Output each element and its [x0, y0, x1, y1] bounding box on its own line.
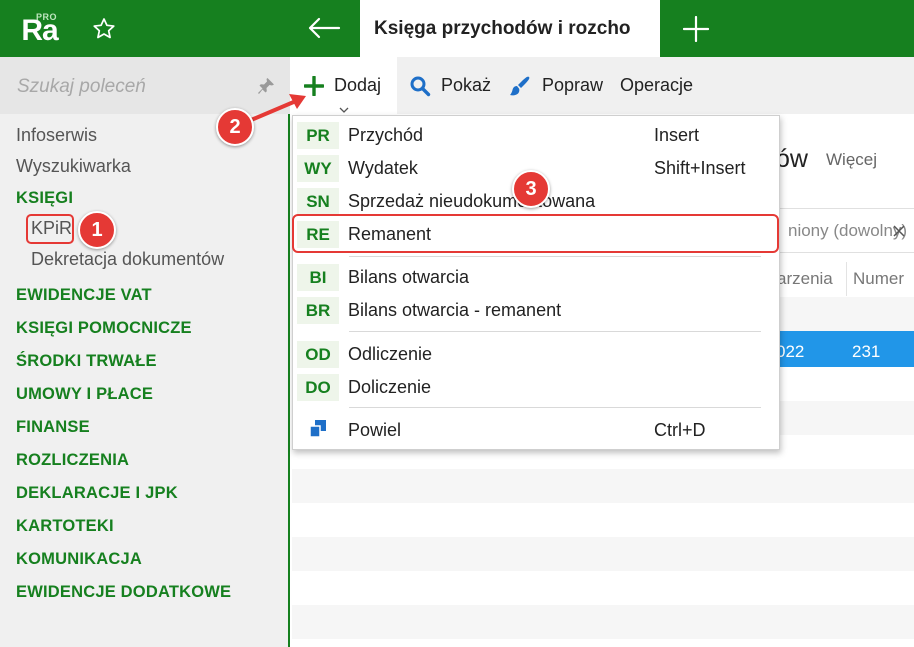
- column-header-number[interactable]: Numer: [846, 262, 914, 296]
- menu-item-label: Sprzedaż nieudokumentowana: [348, 191, 596, 211]
- sidebar-section-kartoteki[interactable]: KARTOTEKI: [16, 517, 114, 536]
- toolbar: Dodaj Pokaż Popraw Operacje: [292, 57, 914, 114]
- menu-item-label: Bilans otwarcia: [348, 267, 470, 287]
- sidebar-section-komunikacja[interactable]: KOMUNIKACJA: [16, 550, 142, 569]
- arrow-left-icon[interactable]: [300, 12, 348, 44]
- sidebar-item-dekretacja[interactable]: Dekretacja dokumentów: [31, 249, 224, 270]
- menu-item-code: OD: [297, 341, 339, 368]
- sidebar-section-srodki-trwale[interactable]: ŚRODKI TRWAŁE: [16, 352, 157, 371]
- show-button[interactable]: Pokaż: [409, 57, 491, 114]
- menu-item-bilans-otwarcia[interactable]: BI Bilans otwarcia: [293, 261, 781, 293]
- column-header-number-label: Numer: [853, 269, 905, 288]
- menu-item-shortcut: Insert: [654, 125, 700, 145]
- sidebar-item-infoserwis[interactable]: Infoserwis: [16, 125, 97, 146]
- sidebar-item-wyszukiwarka[interactable]: Wyszukiwarka: [16, 156, 131, 177]
- callout-badge-2: 2: [216, 108, 254, 146]
- menu-divider: [349, 407, 761, 408]
- sidebar-section-umowy-i-place[interactable]: UMOWY I PŁACE: [16, 385, 153, 404]
- sidebar-section-ksiegi[interactable]: KSIĘGI: [16, 189, 73, 208]
- sidebar-section-rozliczenia[interactable]: ROZLICZENIA: [16, 451, 129, 470]
- menu-item-code: WY: [297, 155, 339, 182]
- filter-value: niony (dowolny): [788, 220, 908, 240]
- table-row[interactable]: [292, 469, 914, 503]
- edit-button-label: Popraw: [542, 75, 604, 95]
- logo-badge: PRO: [36, 12, 58, 22]
- highlight-box-kpir: [26, 214, 74, 244]
- menu-item-code: BR: [297, 297, 339, 324]
- search-box[interactable]: Szukaj poleceń: [0, 57, 290, 114]
- plus-icon[interactable]: [676, 12, 716, 46]
- close-icon[interactable]: [893, 224, 905, 237]
- menu-item-label: Przychód: [348, 125, 424, 145]
- add-button-label: Dodaj: [334, 75, 382, 95]
- table-row[interactable]: [292, 605, 914, 639]
- menu-item-code: SN: [297, 188, 339, 215]
- highlight-box-remanent: [292, 214, 779, 253]
- sidebar-section-finanse[interactable]: FINANSE: [16, 418, 90, 437]
- operations-button-label: Operacje: [620, 75, 694, 95]
- tab-title: Księga przychodów i rozcho: [374, 17, 631, 39]
- menu-item-doliczenie[interactable]: DO Doliczenie: [293, 371, 781, 403]
- table-row[interactable]: [292, 537, 914, 571]
- top-bar: Ra PRO Księga przychodów i rozcho: [0, 0, 914, 57]
- pin-icon[interactable]: [256, 76, 276, 96]
- brush-icon: [508, 74, 532, 98]
- menu-divider: [349, 331, 761, 332]
- menu-item-odliczenie[interactable]: OD Odliczenie: [293, 338, 781, 370]
- menu-item-code: PR: [297, 122, 339, 149]
- column-header-date-label: arzenia: [777, 269, 833, 288]
- copy-icon: [308, 419, 328, 444]
- callout-badge-3: 3: [512, 170, 550, 208]
- menu-divider: [349, 256, 761, 257]
- menu-item-label: Wydatek: [348, 158, 418, 178]
- tab-kpir[interactable]: Księga przychodów i rozcho: [360, 0, 660, 57]
- menu-item-code: BI: [297, 264, 339, 291]
- sidebar-section-deklaracje-i-jpk[interactable]: DEKLARACJE I JPK: [16, 484, 178, 503]
- menu-item-przychod[interactable]: PR Przychód Insert: [293, 119, 781, 151]
- column-header-date[interactable]: arzenia: [770, 262, 846, 296]
- selected-row-number: 231: [852, 342, 881, 361]
- menu-item-label: Powiel: [348, 420, 402, 440]
- menu-item-label: Doliczenie: [348, 377, 432, 397]
- plus-icon: [304, 75, 324, 96]
- chevron-down-icon: [338, 98, 350, 113]
- menu-item-shortcut: Ctrl+D: [654, 420, 706, 440]
- menu-item-bilans-remanent[interactable]: BR Bilans otwarcia - remanent: [293, 294, 781, 326]
- menu-item-label: Bilans otwarcia - remanent: [348, 300, 562, 320]
- operations-button[interactable]: Operacje: [620, 57, 693, 114]
- sidebar-section-ewidencje-dodatkowe[interactable]: EWIDENCJE DODATKOWE: [16, 583, 231, 602]
- app-logo[interactable]: Ra PRO: [0, 0, 79, 57]
- search-icon: [409, 75, 431, 97]
- sidebar-section-ksiegi-pomocnicze[interactable]: KSIĘGI POMOCNICZE: [16, 319, 192, 338]
- menu-item-shortcut: Shift+Insert: [654, 158, 746, 178]
- add-dropdown-menu: PR Przychód Insert WY Wydatek Shift+Inse…: [292, 115, 780, 450]
- callout-badge-1: 1: [78, 211, 116, 249]
- more-link[interactable]: Więcej: [826, 150, 877, 170]
- search-placeholder: Szukaj poleceń: [17, 76, 146, 97]
- menu-item-powiel[interactable]: Powiel Ctrl+D: [293, 414, 781, 446]
- show-button-label: Pokaż: [441, 75, 492, 95]
- menu-item-label: Odliczenie: [348, 344, 433, 364]
- add-button[interactable]: Dodaj: [292, 57, 397, 114]
- menu-item-code: DO: [297, 374, 339, 401]
- sidebar-section-ewidencje-vat[interactable]: EWIDENCJE VAT: [16, 286, 152, 305]
- edit-button[interactable]: Popraw: [508, 57, 603, 114]
- star-icon[interactable]: [88, 14, 120, 44]
